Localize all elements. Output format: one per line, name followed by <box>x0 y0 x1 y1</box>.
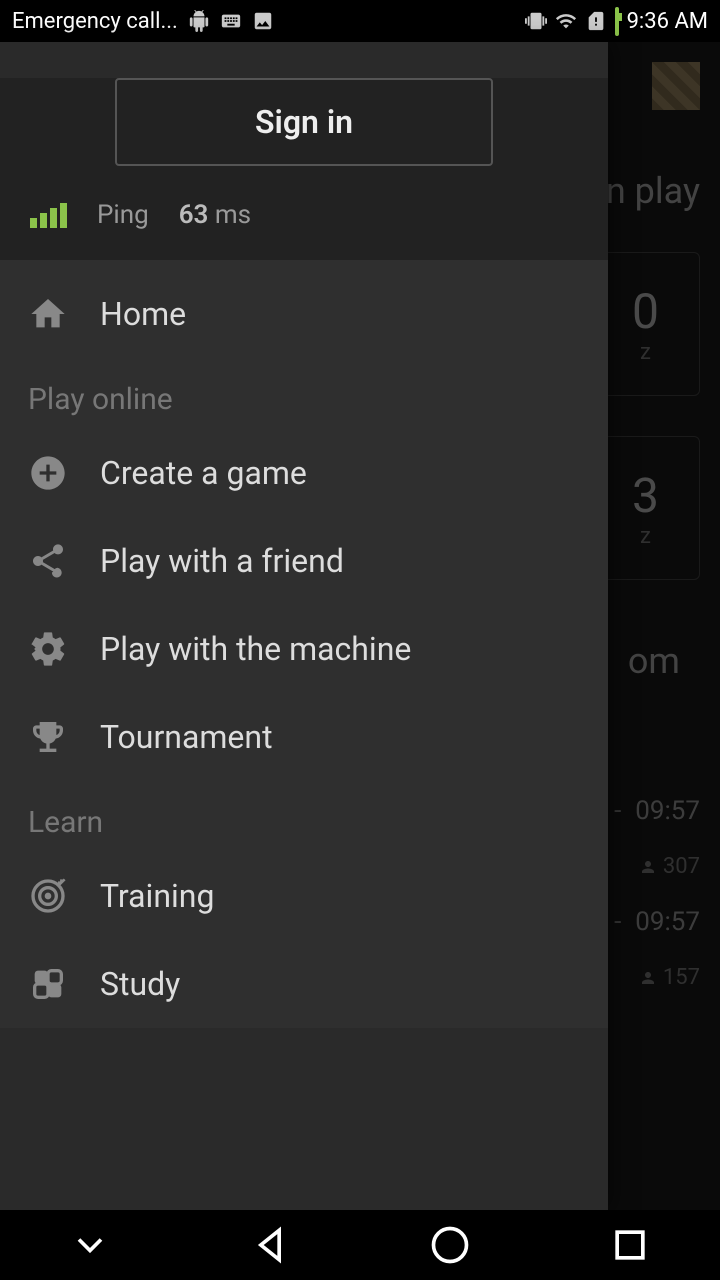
image-icon <box>252 10 274 32</box>
menu-item-play-machine[interactable]: Play with the machine <box>0 605 608 693</box>
menu-item-create-game[interactable]: Create a game <box>0 429 608 517</box>
ping-indicator: Ping 63 ms <box>0 190 608 240</box>
menu-label: Home <box>100 295 186 333</box>
share-icon <box>28 541 68 581</box>
nav-back-button[interactable] <box>248 1223 292 1267</box>
ping-label: Ping <box>97 200 149 230</box>
nav-chevron-down[interactable] <box>68 1223 112 1267</box>
navigation-drawer: Sign in Ping 63 ms Home Play online <box>0 42 608 1210</box>
trophy-icon <box>28 717 68 757</box>
signal-bars-icon <box>30 203 67 228</box>
ping-unit: ms <box>215 200 251 230</box>
android-nav-bar <box>0 1210 720 1280</box>
ping-value: 63 <box>179 200 209 230</box>
plus-circle-icon <box>28 453 68 493</box>
wifi-icon <box>555 10 577 32</box>
menu-item-tournament[interactable]: Tournament <box>0 693 608 781</box>
menu-label: Tournament <box>100 718 273 756</box>
nav-recent-button[interactable] <box>608 1223 652 1267</box>
menu-label: Study <box>100 965 180 1003</box>
home-icon <box>28 294 68 334</box>
menu-item-play-friend[interactable]: Play with a friend <box>0 517 608 605</box>
section-play-online: Play online <box>0 358 608 429</box>
menu-item-home[interactable]: Home <box>0 270 608 358</box>
android-icon <box>188 10 210 32</box>
nav-home-button[interactable] <box>428 1223 472 1267</box>
section-learn: Learn <box>0 781 608 852</box>
signin-button[interactable]: Sign in <box>115 78 493 166</box>
menu-label: Create a game <box>100 454 307 492</box>
chess-board-icon <box>652 62 700 110</box>
menu-label: Play with a friend <box>100 542 344 580</box>
menu-item-study[interactable]: Study <box>0 940 608 1028</box>
menu-label: Play with the machine <box>100 630 411 668</box>
gears-icon <box>28 629 68 669</box>
menu-item-training[interactable]: Training <box>0 852 608 940</box>
target-icon <box>28 876 68 916</box>
status-time: 9:36 AM <box>627 9 708 34</box>
status-title: Emergency call... <box>12 9 178 34</box>
study-icon <box>28 964 68 1004</box>
keyboard-icon <box>220 10 242 32</box>
status-bar: Emergency call... 9:36 AM <box>0 0 720 42</box>
battery-icon <box>615 9 619 34</box>
vibrate-icon <box>525 10 547 32</box>
sim-alert-icon <box>585 10 607 32</box>
signin-label: Sign in <box>255 103 353 141</box>
menu-label: Training <box>100 877 214 915</box>
